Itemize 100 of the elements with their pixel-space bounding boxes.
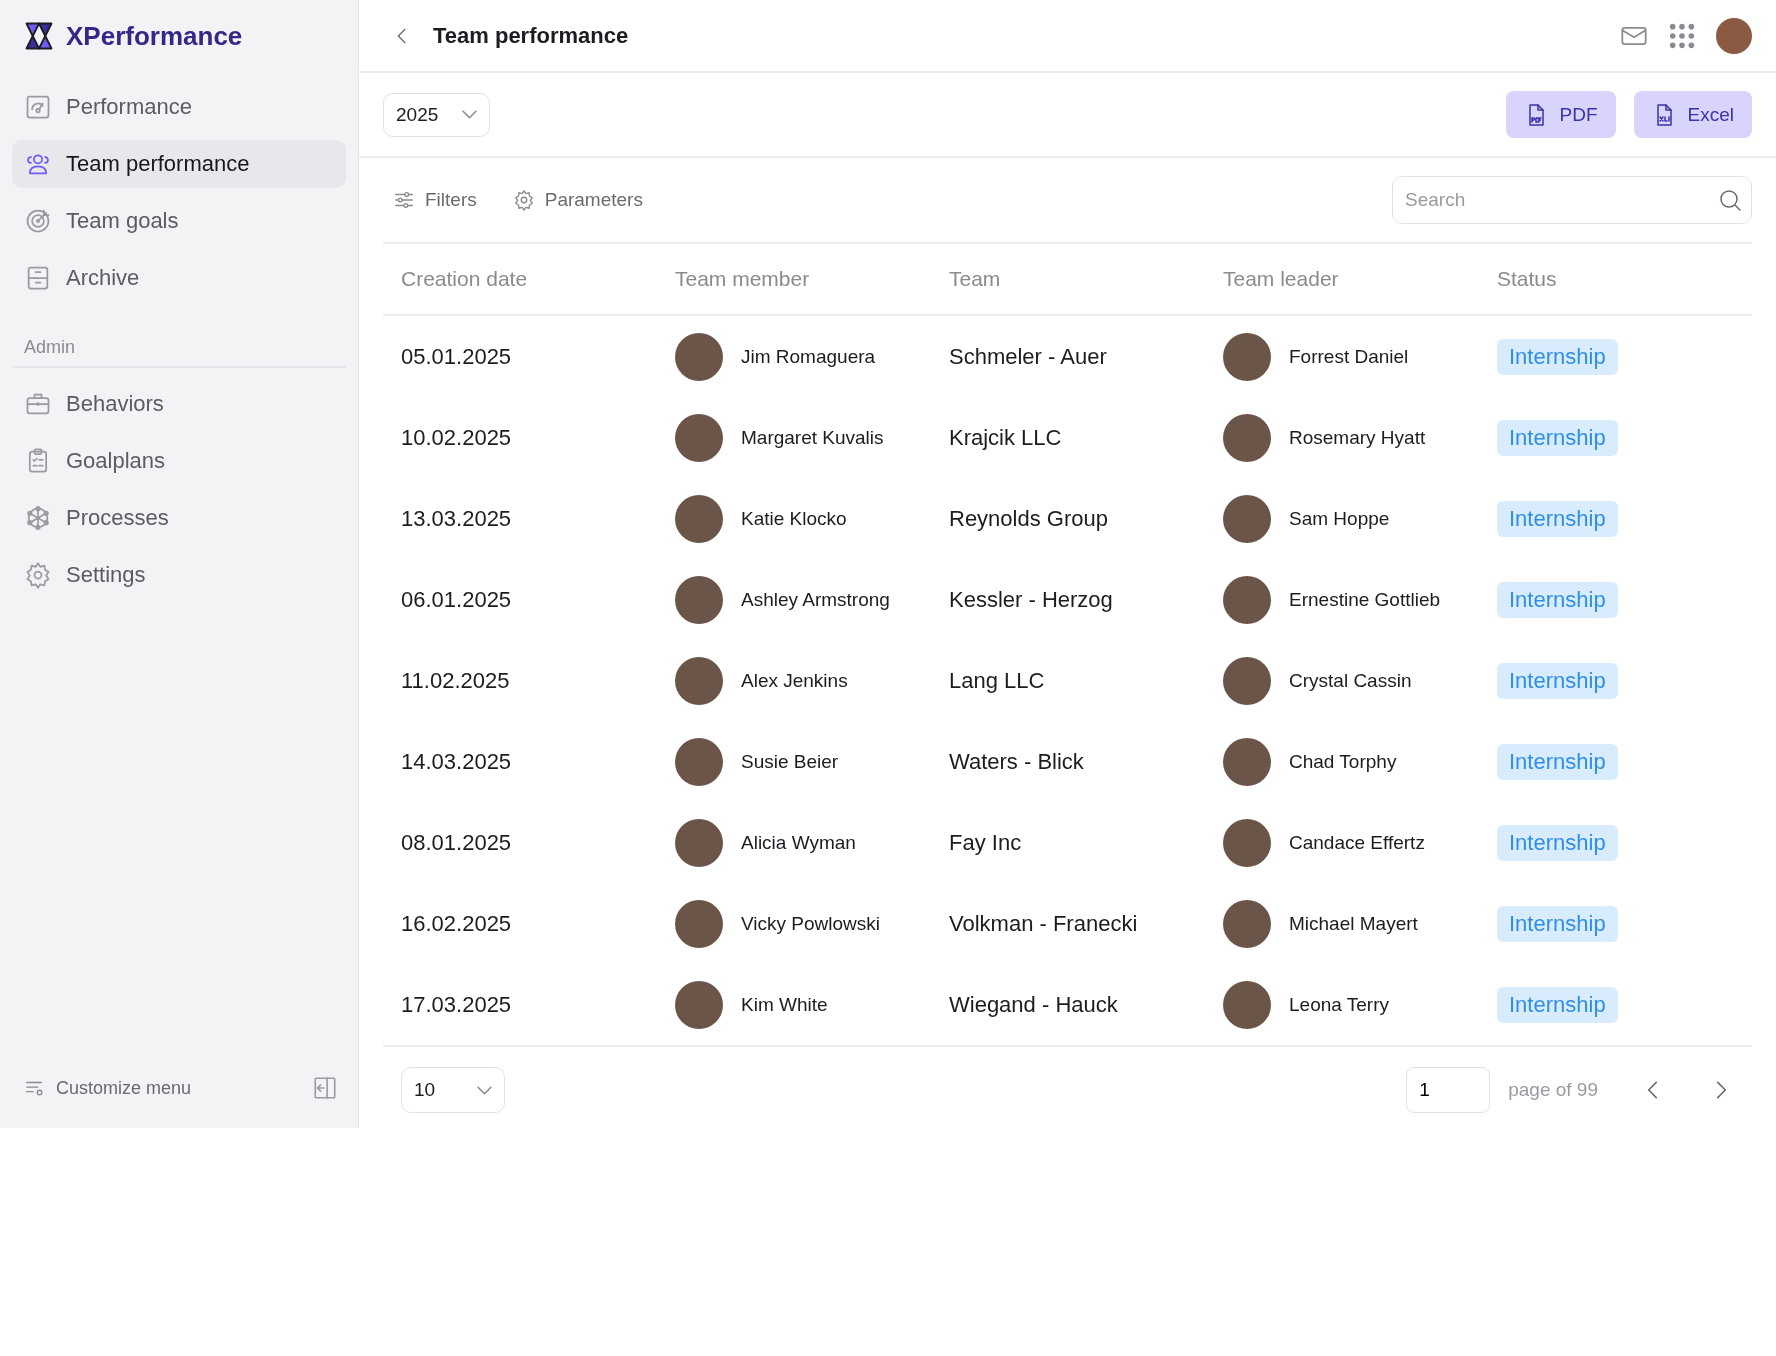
sidebar-item[interactable]: Goalplans: [12, 437, 346, 485]
export-button[interactable]: Excel: [1633, 91, 1752, 138]
chevron-down-icon: [462, 110, 477, 119]
export-button[interactable]: PDF: [1505, 91, 1616, 138]
leader-name: Forrest Daniel: [1289, 345, 1409, 368]
collapse-sidebar-icon[interactable]: [312, 1074, 338, 1102]
sidebar-item[interactable]: Archive: [12, 254, 346, 302]
status-badge: Internship: [1497, 338, 1618, 375]
member-name: Alex Jenkins: [741, 669, 848, 692]
brand-name: XPerformance: [66, 20, 243, 52]
table-cell-text: Krajcik LLC: [948, 424, 1063, 451]
logo-icon: [24, 21, 54, 51]
status-badge: Internship: [1497, 500, 1618, 537]
sidebar-item[interactable]: Processes: [12, 494, 346, 542]
member-name: Margaret Kuvalis: [741, 426, 884, 449]
member-name: Katie Klocko: [741, 507, 847, 530]
leader-name: Rosemary Hyatt: [1289, 426, 1426, 449]
leader-name: Crystal Cassin: [1289, 669, 1412, 692]
leader-avatar: [1223, 818, 1271, 867]
page-size-select[interactable]: 10: [401, 1067, 505, 1113]
table-cell-text: 13.03.2025: [400, 505, 513, 532]
leader-avatar: [1223, 494, 1271, 543]
leader-name: Michael Mayert: [1289, 912, 1418, 935]
column-header: Team: [948, 267, 1002, 291]
column-header: Status: [1496, 267, 1558, 291]
table-cell-text: Waters - Blick: [948, 748, 1085, 775]
target-icon: [24, 207, 52, 235]
leader-name: Leona Terry: [1289, 993, 1389, 1016]
leader-avatar: [1223, 575, 1271, 624]
status-badge: Internship: [1497, 986, 1618, 1023]
status-badge: Internship: [1497, 824, 1618, 861]
parameters-button[interactable]: Parameters: [512, 189, 643, 211]
sidebar-item[interactable]: Performance: [12, 83, 346, 131]
table-cell-text: 16.02.2025: [400, 910, 513, 937]
column-header: Team leader: [1222, 267, 1340, 291]
member-name: Susie Beier: [741, 750, 839, 773]
table-cell-text: Lang LLC: [948, 667, 1046, 694]
column-header: Creation date: [400, 267, 529, 291]
leader-avatar: [1223, 737, 1271, 786]
table-cell-text: 05.01.2025: [400, 343, 513, 370]
member-name: Alicia Wyman: [741, 831, 856, 854]
section-label: Admin: [12, 311, 346, 368]
member-name: Kim White: [741, 993, 828, 1016]
table-cell-text: 14.03.2025: [400, 748, 513, 775]
filters-button[interactable]: Filters: [393, 189, 477, 211]
leader-name: Chad Torphy: [1289, 750, 1397, 773]
sidebar-item[interactable]: Team goals: [12, 197, 346, 245]
member-avatar: [675, 575, 723, 624]
sidebar-item[interactable]: Behaviors: [12, 380, 346, 428]
table-cell-text: Kessler - Herzog: [948, 586, 1114, 613]
sidebar-item[interactable]: Team performance: [12, 140, 346, 188]
status-badge: Internship: [1497, 662, 1618, 699]
leader-avatar: [1223, 332, 1271, 381]
table-cell-text: Schmeler - Auer: [948, 343, 1108, 370]
table-cell-text: 11.02.2025: [400, 667, 511, 694]
member-avatar: [675, 980, 723, 1029]
customize-menu-button[interactable]: Customize menu: [24, 1077, 192, 1099]
member-avatar: [675, 899, 723, 948]
leader-avatar: [1223, 656, 1271, 705]
member-name: Vicky Powlowski: [741, 912, 881, 935]
table-cell-text: 17.03.2025: [400, 991, 513, 1018]
status-badge: Internship: [1497, 743, 1618, 780]
year-select[interactable]: 2025: [383, 92, 490, 137]
member-avatar: [675, 332, 723, 381]
table-cell-text: 10.02.2025: [400, 424, 513, 451]
sliders-icon: [393, 189, 415, 211]
table-cell-text: Volkman - Franecki: [948, 910, 1139, 937]
search-icon: [1718, 188, 1742, 212]
member-avatar: [675, 413, 723, 462]
settings-icon: [24, 561, 52, 589]
search-field[interactable]: Search: [1392, 176, 1752, 224]
member-avatar: [675, 656, 723, 705]
leader-avatar: [1223, 413, 1271, 462]
chevron-down-icon: [477, 1085, 492, 1095]
settings-icon: [512, 189, 535, 211]
member-name: Ashley Armstrong: [741, 588, 890, 611]
sidebar-item[interactable]: Settings: [12, 551, 346, 599]
network-icon: [24, 504, 52, 532]
gauge-icon: [24, 93, 52, 121]
page-input[interactable]: 1: [1406, 1067, 1491, 1113]
leader-name: Ernestine Gottlieb: [1289, 588, 1441, 611]
status-badge: Internship: [1497, 581, 1618, 618]
member-name: Jim Romaguera: [741, 345, 876, 368]
member-avatar: [675, 737, 723, 786]
table-cell-text: 06.01.2025: [400, 586, 513, 613]
member-avatar: [675, 818, 723, 867]
table-cell-text: 08.01.2025: [400, 829, 513, 856]
leader-name: Sam Hoppe: [1289, 507, 1390, 530]
column-header: Team member: [674, 267, 811, 291]
table-cell-text: Reynolds Group: [948, 505, 1109, 532]
leader-avatar: [1223, 899, 1271, 948]
apps-grid-icon[interactable]: [1668, 21, 1696, 50]
user-avatar[interactable]: [1716, 17, 1752, 54]
status-badge: Internship: [1497, 905, 1618, 942]
status-badge: Internship: [1497, 419, 1618, 456]
page-label: page of 99: [1508, 1079, 1598, 1101]
member-avatar: [675, 494, 723, 543]
table-cell-text: Wiegand - Hauck: [948, 991, 1119, 1018]
leader-name: Candace Effertz: [1289, 831, 1425, 854]
leader-avatar: [1223, 980, 1271, 1029]
